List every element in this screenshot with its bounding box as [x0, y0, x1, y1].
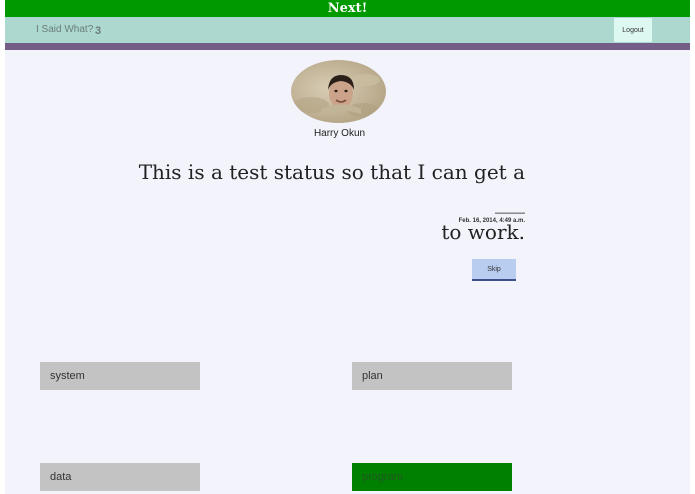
- user-name: Harry Okun: [313, 128, 366, 139]
- skip-button[interactable]: Skip: [472, 259, 516, 281]
- choice-button-plan[interactable]: plan: [352, 362, 512, 390]
- navbar: I Said What? 3 Logout: [5, 17, 690, 43]
- avatar: [291, 60, 386, 123]
- nav-divider: [5, 43, 690, 50]
- page: Next! I Said What? 3 Logout Harry Okun T…: [5, 0, 690, 494]
- status-date: Feb. 16, 2014, 4:49 a.m.: [458, 218, 525, 224]
- choice-button-data[interactable]: data: [40, 463, 200, 491]
- choice-button-system[interactable]: system: [40, 362, 200, 390]
- choice-button-program[interactable]: program: [352, 463, 512, 491]
- status-text: This is a test status so that I can get …: [125, 157, 525, 247]
- app-title-link[interactable]: I Said What?: [36, 17, 93, 43]
- next-banner[interactable]: Next!: [5, 0, 690, 17]
- status-line-1: This is a test status so that I can get …: [138, 160, 525, 214]
- score-count: 3: [95, 25, 102, 37]
- logout-button[interactable]: Logout: [614, 18, 652, 42]
